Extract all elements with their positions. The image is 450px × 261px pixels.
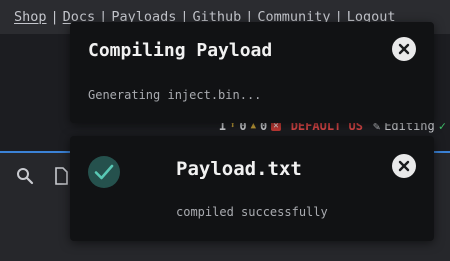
checkmark-circle-icon — [88, 156, 120, 188]
nav-separator: | — [50, 9, 59, 25]
toast-message: Generating inject.bin... — [88, 88, 262, 102]
editor-toolbar — [14, 165, 72, 187]
checkmark-icon: ✓ — [438, 119, 446, 133]
close-button[interactable] — [392, 154, 416, 178]
toast-title: Compiling Payload — [88, 40, 273, 61]
search-icon — [17, 168, 34, 185]
close-icon — [398, 160, 410, 172]
close-icon — [398, 43, 410, 55]
toast-message: compiled successfully — [176, 205, 328, 219]
compiling-toast: Compiling Payload Generating inject.bin.… — [70, 22, 434, 123]
file-icon — [55, 167, 68, 185]
toast-title: Payload.txt — [176, 158, 302, 180]
success-toast: Payload.txt compiled successfully — [70, 136, 434, 241]
nav-link-shop[interactable]: Shop — [14, 9, 47, 25]
close-button[interactable] — [392, 37, 416, 61]
file-button[interactable] — [50, 165, 72, 187]
search-button[interactable] — [14, 165, 36, 187]
